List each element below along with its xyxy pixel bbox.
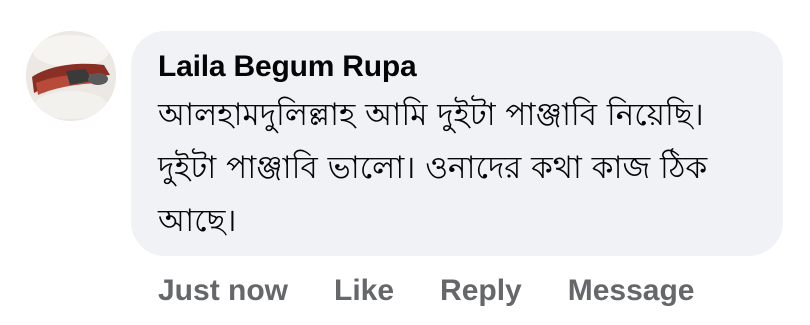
comment-text: আলহামদুলিল্লাহ আমি দুইটা পাঞ্জাবি নিয়েছ… xyxy=(158,97,708,239)
comment-timestamp[interactable]: Just now xyxy=(158,271,288,311)
reply-button[interactable]: Reply xyxy=(440,271,522,311)
like-button[interactable]: Like xyxy=(334,271,394,311)
comment-actions: Just now Like Reply Message xyxy=(158,271,695,311)
avatar-image xyxy=(26,31,116,121)
comment-bubble: Laila Begum Rupa আলহামদুলিল্লাহ আমি দুইট… xyxy=(131,31,783,256)
message-button[interactable]: Message xyxy=(568,271,695,311)
comment-author-name[interactable]: Laila Begum Rupa xyxy=(158,48,755,86)
avatar[interactable] xyxy=(26,31,116,121)
